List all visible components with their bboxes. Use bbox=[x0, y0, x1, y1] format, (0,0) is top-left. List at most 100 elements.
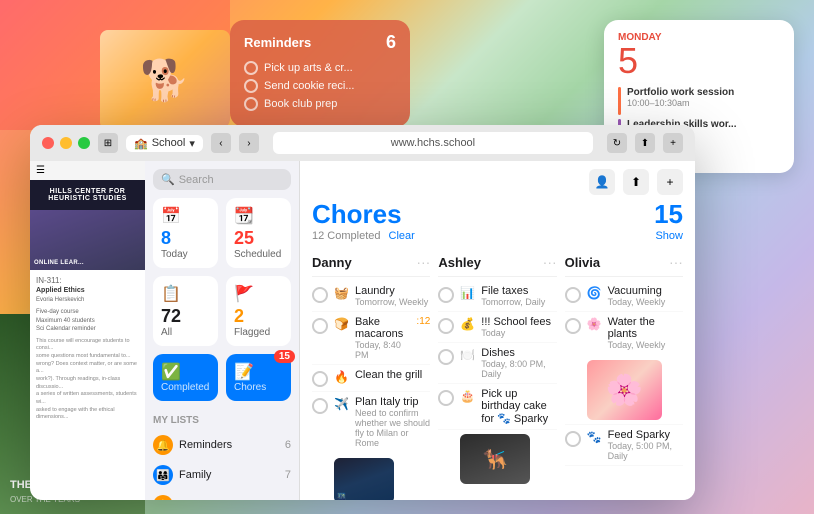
close-button[interactable] bbox=[42, 137, 54, 149]
scheduled-count: 25 bbox=[234, 228, 283, 249]
dishes-name: Dishes bbox=[481, 347, 556, 359]
taxes-task: 📊 File taxes Tomorrow, Daily bbox=[438, 281, 556, 312]
chores-card[interactable]: 15 📝 Chores bbox=[226, 354, 291, 401]
schoolfees-icon: 💰 bbox=[460, 317, 475, 331]
today-count: 8 bbox=[161, 228, 210, 249]
browser-tab[interactable]: 🏫 School ▾ bbox=[126, 135, 203, 152]
dishes-icon: 🍽️ bbox=[460, 348, 475, 362]
birthday-content: Pick up birthday cake for 🐾 Sparky bbox=[481, 388, 556, 425]
taxes-content: File taxes Tomorrow, Daily bbox=[481, 285, 556, 307]
list-item-work[interactable]: ⭐ Work 5 bbox=[145, 490, 299, 500]
taxes-circle[interactable] bbox=[438, 287, 454, 303]
grill-circle[interactable] bbox=[312, 371, 328, 387]
italy-content: Plan Italy trip Need to confirm whether … bbox=[355, 396, 430, 448]
reminders-widget-count: 6 bbox=[386, 32, 396, 53]
scheduled-icon: 📆 bbox=[234, 206, 283, 226]
reminders-widget: Reminders 6 Pick up arts & cr... Send co… bbox=[230, 20, 410, 127]
flagged-label: Flagged bbox=[234, 327, 283, 338]
share-button[interactable]: ⬆ bbox=[635, 133, 655, 153]
dog-task-image: 🐕‍🦺 bbox=[460, 434, 556, 484]
maximize-button[interactable] bbox=[78, 137, 90, 149]
reminders-cards-grid: 📅 8 Today 📆 25 Scheduled 📋 72 All bbox=[145, 198, 299, 354]
sparky-icon: 🐾 bbox=[587, 430, 602, 444]
reminders-widget-title: Reminders bbox=[244, 35, 311, 50]
danny-name: Danny bbox=[312, 255, 352, 270]
reminders-search[interactable]: 🔍 Search bbox=[153, 169, 291, 190]
schoolfees-circle[interactable] bbox=[438, 318, 454, 334]
reminders-flagged-card[interactable]: 🚩 2 Flagged bbox=[226, 276, 291, 346]
laundry-circle[interactable] bbox=[312, 287, 328, 303]
chores-columns: Danny ··· 🧺 Laundry Tomorrow, Weekly 🍞 bbox=[300, 250, 695, 500]
dog-emoji: 🐕‍🦺 bbox=[483, 447, 508, 472]
browser-window: ⊞ 🏫 School ▾ ‹ › www.hchs.school ↻ ⬆ + ☰… bbox=[30, 125, 695, 500]
flagged-count: 2 bbox=[234, 306, 283, 327]
macarons-timer: :12 bbox=[416, 316, 430, 327]
hamburger-icon[interactable]: ☰ bbox=[36, 165, 45, 176]
list-item-reminders[interactable]: 🔔 Reminders 6 bbox=[145, 430, 299, 460]
address-bar[interactable]: www.hchs.school bbox=[273, 132, 593, 154]
reminders-list-icon: 🔔 bbox=[153, 435, 173, 455]
reminders-scheduled-card[interactable]: 📆 25 Scheduled bbox=[226, 198, 291, 268]
macarons-circle[interactable] bbox=[312, 318, 328, 334]
italy-img-overlay: 🌃 bbox=[337, 493, 346, 500]
refresh-button[interactable]: ↻ bbox=[607, 133, 627, 153]
today-icon: 📅 bbox=[161, 206, 210, 226]
ashley-dots: ··· bbox=[543, 254, 557, 270]
person-icon[interactable]: 👤 bbox=[589, 169, 615, 195]
add-chores-icon[interactable]: + bbox=[657, 169, 683, 195]
schoolfees-task: 💰 !!! School fees Today bbox=[438, 312, 556, 343]
completed-label: Completed bbox=[161, 382, 210, 393]
birthday-name: Pick up birthday cake for 🐾 Sparky bbox=[481, 388, 556, 425]
reminders-all-card[interactable]: 📋 72 All bbox=[153, 276, 218, 346]
browser-content: ☰ HILLS CENTER FOR HEURISTIC STUDIES ONL… bbox=[30, 161, 695, 500]
reminders-lists: 🔔 Reminders 6 👨‍👩‍👧 Family 7 ⭐ Work 5 🛒 … bbox=[145, 430, 299, 500]
tab-arrow: ▾ bbox=[189, 137, 195, 150]
ashley-col-header: Ashley ··· bbox=[438, 250, 556, 277]
grill-content: Clean the grill bbox=[355, 369, 430, 381]
share-chores-icon[interactable]: ⬆ bbox=[623, 169, 649, 195]
taxes-sub: Tomorrow, Daily bbox=[481, 297, 556, 307]
chores-meta: 12 Completed Clear Show bbox=[312, 230, 683, 242]
sidebar-toggle[interactable]: ⊞ bbox=[98, 133, 118, 153]
family-list-count: 7 bbox=[285, 469, 291, 481]
list-item-family[interactable]: 👨‍👩‍👧 Family 7 bbox=[145, 460, 299, 490]
cal-event-1: Portfolio work session 10:00–10:30am bbox=[618, 87, 780, 115]
reminder-circle-3 bbox=[244, 97, 258, 111]
course-id: IN-311: bbox=[36, 276, 139, 285]
course-instructor: Evoria Herskevich bbox=[36, 296, 139, 304]
macarons-icon: 🍞 bbox=[334, 317, 349, 331]
vacuuming-circle[interactable] bbox=[565, 287, 581, 303]
dishes-content: Dishes Today, 8:00 PM, Daily bbox=[481, 347, 556, 379]
birthday-circle[interactable] bbox=[438, 390, 454, 406]
birthday-icon: 🎂 bbox=[460, 389, 475, 403]
plants-circle[interactable] bbox=[565, 318, 581, 334]
clear-button[interactable]: Clear bbox=[389, 230, 415, 242]
italy-task-row: ✈️ Plan Italy trip Need to confirm wheth… bbox=[312, 396, 430, 448]
show-button[interactable]: Show bbox=[655, 230, 683, 242]
reminders-today-card[interactable]: 📅 8 Today bbox=[153, 198, 218, 268]
sparky-circle[interactable] bbox=[565, 431, 581, 447]
completed-meta: 12 Completed bbox=[312, 230, 381, 242]
reminders-list-label: Reminders bbox=[179, 439, 279, 451]
forward-button[interactable]: › bbox=[239, 133, 259, 153]
school-header: HILLS CENTER FOR HEURISTIC STUDIES bbox=[30, 180, 145, 210]
vacuuming-task: 🌀 Vacuuming Today, Weekly bbox=[565, 281, 683, 312]
work-list-label: Work bbox=[179, 499, 279, 500]
reminder-item-3: Book club prep bbox=[244, 97, 396, 111]
dishes-sub: Today, 8:00 PM, Daily bbox=[481, 359, 556, 379]
scheduled-label: Scheduled bbox=[234, 249, 283, 260]
completed-card[interactable]: ✅ Completed bbox=[153, 354, 218, 401]
traffic-lights bbox=[42, 137, 90, 149]
dishes-circle[interactable] bbox=[438, 349, 454, 365]
chores-badge: 15 bbox=[274, 350, 295, 363]
back-button[interactable]: ‹ bbox=[211, 133, 231, 153]
address-text: www.hchs.school bbox=[391, 137, 475, 149]
birthday-task: 🎂 Pick up birthday cake for 🐾 Sparky bbox=[438, 384, 556, 430]
italy-image: 🌃 bbox=[334, 458, 394, 500]
add-tab-button[interactable]: + bbox=[663, 133, 683, 153]
italy-circle[interactable] bbox=[312, 398, 328, 414]
school-course: IN-311: Applied Ethics Evoria Herskevich… bbox=[30, 270, 145, 428]
danny-column: Danny ··· 🧺 Laundry Tomorrow, Weekly 🍞 bbox=[308, 250, 434, 500]
minimize-button[interactable] bbox=[60, 137, 72, 149]
search-placeholder: Search bbox=[179, 174, 214, 186]
